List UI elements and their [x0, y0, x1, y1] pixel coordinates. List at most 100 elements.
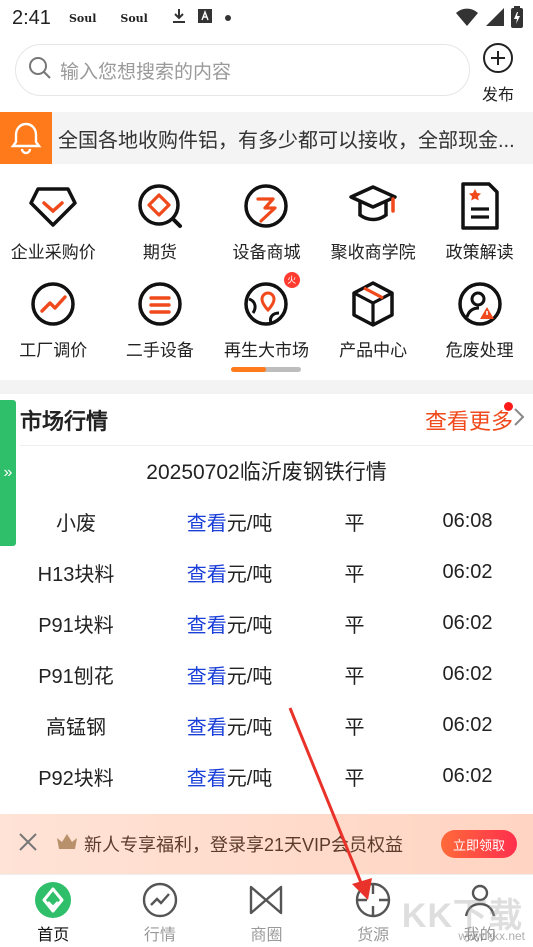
status-notification-icons: Soul Soul — [69, 8, 232, 29]
grid-item-product-center[interactable]: 产品中心 — [320, 268, 427, 366]
tab-label: 货源 — [357, 927, 390, 944]
status-time: 2:41 — [12, 6, 51, 29]
section-divider — [0, 380, 533, 394]
time-cell: 06:02 — [442, 714, 493, 736]
tab-label: 首页 — [37, 927, 70, 944]
grid-item-used-equipment[interactable]: 二手设备 — [107, 268, 214, 366]
item-name: 高锰钢 — [46, 717, 106, 739]
table-row: 高锰钢 查看元/吨 平 06:02 — [0, 700, 533, 751]
price-unit: 元/吨 — [226, 564, 273, 586]
view-price-link[interactable]: 查看 — [187, 717, 227, 739]
wifi-icon — [455, 7, 479, 32]
notice-text: 全国各地收购件铝，有多少都可以接收，全部现金... — [58, 129, 515, 152]
status-bar: 2:41 Soul Soul — [0, 0, 533, 36]
view-price-link[interactable]: 查看 — [187, 513, 227, 535]
graduation-cap-icon — [347, 180, 399, 232]
document-star-icon — [454, 180, 506, 232]
price-cell: 查看元/吨 — [152, 609, 307, 638]
item-name: H13块料 — [37, 564, 115, 586]
soul-app-icon: Soul — [120, 11, 148, 25]
search-placeholder: 输入您想搜索的内容 — [60, 61, 232, 83]
tab-label: 行情 — [143, 927, 176, 944]
market-subtitle: 20250702临沂废钢铁行情 — [146, 461, 387, 484]
market-title: 市场行情 — [20, 408, 109, 434]
item-name: P92块料 — [38, 768, 114, 790]
trend-cell: 平 — [344, 513, 365, 535]
publish-button[interactable]: 发布 — [478, 42, 518, 104]
table-row: P92块料 查看元/吨 平 06:02 — [0, 751, 533, 802]
person-warning-icon — [454, 278, 506, 330]
claim-button[interactable]: 立即领取 — [440, 830, 517, 858]
crosshair-icon — [354, 881, 392, 919]
market-section: » 市场行情 查看更多 20250702临沂废钢铁行情 小废 查看元/吨 平 0… — [0, 394, 533, 814]
grid-label: 期货 — [142, 243, 177, 262]
table-row: H13块料 查看元/吨 平 06:02 — [0, 547, 533, 598]
price-unit: 元/吨 — [226, 615, 273, 637]
pentagon-check-icon — [27, 180, 79, 232]
tab-home[interactable]: 首页 — [0, 875, 107, 947]
notice-bar[interactable]: 全国各地收购件铝，有多少都可以接收，全部现金... — [0, 112, 533, 164]
bolt-circle-icon — [240, 180, 292, 232]
cube-icon — [347, 278, 399, 330]
view-price-link[interactable]: 查看 — [187, 564, 227, 586]
price-cell: 查看元/吨 — [152, 660, 307, 689]
view-more-label: 查看更多 — [424, 408, 513, 434]
map-pin-icon — [240, 278, 292, 330]
view-price-link[interactable]: 查看 — [187, 768, 227, 790]
item-name: 小废 — [56, 513, 96, 535]
price-unit: 元/吨 — [226, 768, 273, 790]
chevron-right-icon — [513, 407, 525, 433]
grid-item-factory-price[interactable]: 工厂调价 — [0, 268, 107, 366]
hot-badge: 火 — [283, 272, 300, 288]
grid-item-academy[interactable]: 聚收商学院 — [320, 170, 427, 268]
trend-cell: 平 — [344, 717, 365, 739]
bowtie-icon — [247, 881, 285, 919]
price-cell: 查看元/吨 — [152, 558, 307, 587]
price-unit: 元/吨 — [226, 717, 273, 739]
trend-icon — [141, 881, 179, 919]
view-more-link[interactable]: 查看更多 — [424, 401, 525, 436]
grid-item-futures[interactable]: 期货 — [107, 170, 214, 268]
grid-item-recycle-market[interactable]: 火 再生大市场 — [213, 268, 320, 366]
crown-icon — [56, 833, 78, 856]
table-row: P91刨花 查看元/吨 平 06:02 — [0, 649, 533, 700]
time-cell: 06:02 — [442, 561, 493, 583]
grid-page-indicator — [231, 367, 301, 372]
promo-banner[interactable]: 新人专享福利，登录享21天VIP会员权益 立即领取 — [0, 814, 533, 874]
grid-item-hazardous-waste[interactable]: 危废处理 — [426, 268, 533, 366]
price-cell: 查看元/吨 — [152, 711, 307, 740]
promo-close-button[interactable] — [0, 832, 56, 857]
grid-label: 聚收商学院 — [330, 243, 416, 262]
search-row: 输入您想搜索的内容 发布 — [15, 42, 518, 104]
tab-market[interactable]: 行情 — [107, 875, 214, 947]
add-icon — [482, 42, 514, 79]
time-cell: 06:08 — [442, 510, 493, 532]
font-app-icon — [197, 8, 212, 28]
grid-row: 工厂调价 二手设备 火 再生大市场 产品中心 危废处理 — [0, 268, 533, 366]
search-input[interactable]: 输入您想搜索的内容 — [15, 44, 470, 96]
market-table: 小废 查看元/吨 平 06:08 H13块料 查看元/吨 平 06:02 P91… — [0, 496, 533, 802]
publish-label: 发布 — [481, 87, 514, 104]
status-system-icons — [455, 6, 523, 33]
grid-label: 政策解读 — [445, 243, 514, 262]
view-price-link[interactable]: 查看 — [187, 615, 227, 637]
promo-text: 新人专享福利，登录享21天VIP会员权益 — [84, 835, 404, 855]
grid-label: 设备商城 — [232, 243, 301, 262]
time-cell: 06:02 — [442, 612, 493, 634]
grid-item-enterprise-purchase[interactable]: 企业采购价 — [0, 170, 107, 268]
grid-item-equipment-mall[interactable]: 设备商城 — [213, 170, 320, 268]
soul-app-icon: Soul — [68, 11, 97, 25]
diamond-search-icon — [134, 180, 186, 232]
table-row: 小废 查看元/吨 平 06:08 — [0, 496, 533, 547]
grid-label: 产品中心 — [339, 341, 408, 360]
item-name: P91块料 — [38, 615, 114, 637]
price-unit: 元/吨 — [226, 513, 273, 535]
watermark-url: www.kkx.net — [458, 929, 525, 943]
grid-label: 工厂调价 — [19, 341, 88, 360]
grid-item-policy[interactable]: 政策解读 — [426, 170, 533, 268]
bell-icon — [0, 112, 52, 164]
item-name: P91刨花 — [38, 666, 114, 688]
view-price-link[interactable]: 查看 — [187, 666, 227, 688]
dot-icon — [224, 9, 232, 27]
tab-business-circle[interactable]: 商圈 — [213, 875, 320, 947]
